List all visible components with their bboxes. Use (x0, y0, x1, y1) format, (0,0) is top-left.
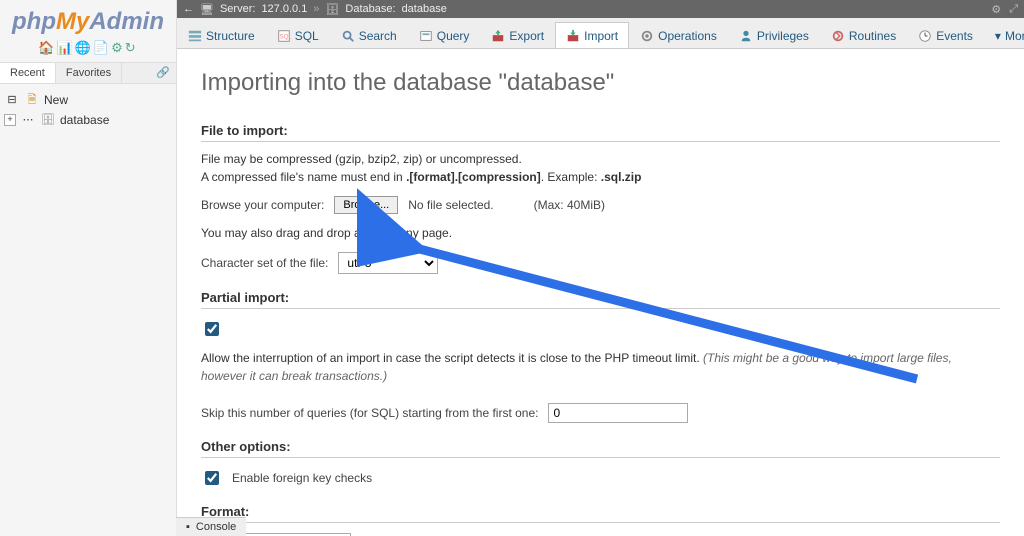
query-icon (419, 29, 433, 43)
skip-input[interactable] (548, 403, 688, 423)
gear-icon[interactable]: ⚙ (111, 40, 125, 55)
routines-icon (831, 29, 845, 43)
nav-left-icon[interactable]: ← (183, 3, 194, 15)
tree-db[interactable]: + ⋯ 🗄 database (4, 110, 172, 130)
new-db-icon: 🗎 (24, 92, 40, 108)
section-format: Format: (201, 504, 1000, 523)
partial-text: Allow the interruption of an import in c… (201, 349, 1000, 385)
exit-icon[interactable]: 📊 (57, 40, 75, 55)
charset-label: Character set of the file: (201, 256, 328, 270)
search-icon (341, 29, 355, 43)
section-partial: Partial import: (201, 290, 1000, 309)
operations-icon (640, 29, 654, 43)
db-link[interactable]: database (402, 3, 447, 15)
server-icon: 🖥 (200, 3, 214, 16)
section-file: File to import: (201, 123, 1000, 142)
db-icon: 🗄 (40, 112, 56, 128)
svg-text:SQL: SQL (279, 34, 290, 41)
events-icon (918, 29, 932, 43)
link-icon[interactable]: 🔗 (156, 66, 170, 79)
globe-icon[interactable]: 🌐 (75, 40, 93, 55)
main-tabs: Structure SQLSQL Search Query Export Imp… (177, 18, 1024, 49)
server-link[interactable]: 127.0.0.1 (261, 3, 307, 15)
ellipsis-icon: ⋯ (20, 112, 36, 128)
max-size: (Max: 40MiB) (534, 198, 605, 212)
home-icon[interactable]: 🏠 (38, 40, 56, 55)
gear-icon[interactable]: ⚙ (991, 3, 1001, 16)
sql-icon: SQL (277, 29, 291, 43)
logo[interactable]: phpMyAdmin (0, 0, 176, 38)
expand-icon[interactable]: + (4, 114, 16, 126)
privileges-icon (739, 29, 753, 43)
fk-checkbox[interactable] (205, 471, 219, 485)
db-tree: 🔗 ⊟ 🗎 New + ⋯ 🗄 database (0, 84, 176, 536)
minus-icon: ⊟ (4, 92, 20, 108)
tab-recent[interactable]: Recent (0, 63, 56, 83)
skip-label: Skip this number of queries (for SQL) st… (201, 406, 538, 420)
nav-icon-bar: 🏠📊🌐📄⚙↻ (0, 38, 176, 62)
fk-label: Enable foreign key checks (232, 471, 372, 485)
file-hint-2: A compressed file's name must end in .[f… (201, 168, 1000, 186)
tab-privileges[interactable]: Privileges (728, 22, 820, 49)
tab-operations[interactable]: Operations (629, 22, 728, 49)
tab-routines[interactable]: Routines (820, 22, 907, 49)
tab-query[interactable]: Query (408, 22, 481, 49)
console-icon: ▪ (186, 521, 190, 533)
tab-import[interactable]: Import (555, 22, 629, 49)
tab-events[interactable]: Events (907, 22, 984, 49)
tree-new[interactable]: ⊟ 🗎 New (4, 90, 172, 110)
breadcrumb: ← 🖥 Server: 127.0.0.1 » 🗄 Database: data… (177, 0, 1024, 18)
more-icon: ▾ (995, 29, 1001, 43)
tab-export[interactable]: Export (480, 22, 555, 49)
section-other: Other options: (201, 439, 1000, 458)
file-hint-1: File may be compressed (gzip, bzip2, zip… (201, 150, 1000, 168)
content-pane: Importing into the database "database" F… (177, 49, 1024, 536)
tab-sql[interactable]: SQLSQL (266, 22, 330, 49)
structure-icon (188, 29, 202, 43)
charset-select[interactable]: utf-8 (338, 252, 438, 274)
tab-more[interactable]: ▾More (984, 22, 1024, 49)
reload-icon[interactable]: ↻ (125, 40, 138, 55)
dragdrop-hint: You may also drag and drop a file on any… (201, 224, 1000, 242)
no-file-text: No file selected. (408, 198, 493, 212)
doc-icon[interactable]: 📄 (93, 40, 111, 55)
tab-search[interactable]: Search (330, 22, 408, 49)
db-icon: 🗄 (325, 3, 339, 16)
collapse-icon[interactable]: ⤢ (1009, 3, 1018, 16)
tab-structure[interactable]: Structure (177, 22, 266, 49)
browse-label: Browse your computer: (201, 198, 324, 212)
browse-button[interactable]: Browse... (334, 196, 398, 214)
console-bar[interactable]: ▪ Console (176, 517, 246, 536)
page-title: Importing into the database "database" (201, 69, 1000, 97)
allow-interrupt-checkbox[interactable] (205, 322, 219, 336)
import-icon (566, 29, 580, 43)
export-icon (491, 29, 505, 43)
tab-favorites[interactable]: Favorites (56, 63, 122, 83)
